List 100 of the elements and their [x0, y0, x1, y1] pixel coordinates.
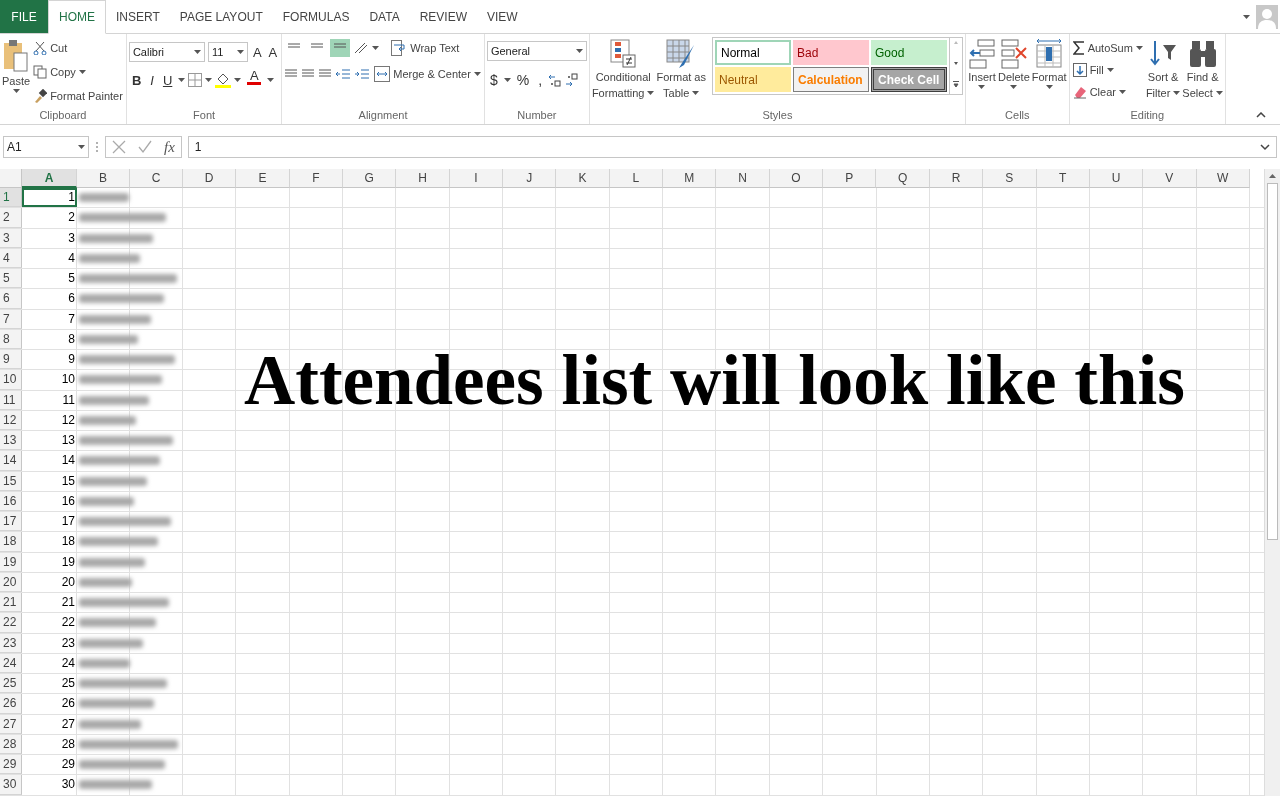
column-header[interactable]: E: [236, 169, 290, 188]
ribbon-tab[interactable]: FILE: [0, 0, 48, 33]
row-header[interactable]: 10: [0, 370, 22, 390]
row-header[interactable]: 14: [0, 451, 22, 471]
column-header[interactable]: B: [77, 169, 130, 188]
delete-button[interactable]: Delete: [998, 37, 1030, 109]
caret-icon: [978, 85, 986, 89]
insert-button[interactable]: Insert: [968, 37, 996, 109]
row-header[interactable]: 28: [0, 734, 22, 754]
font-size-field[interactable]: 11: [207, 42, 248, 62]
vertical-align-button[interactable]: [330, 39, 351, 57]
column-header[interactable]: K: [556, 169, 610, 188]
percent-button[interactable]: %: [513, 69, 533, 91]
clear-button[interactable]: Clear: [1071, 81, 1144, 103]
row-header[interactable]: 15: [0, 471, 22, 491]
column-header[interactable]: I: [449, 169, 504, 188]
row-header[interactable]: 24: [0, 653, 22, 673]
cell-style[interactable]: Neutral: [715, 67, 791, 92]
italic-button[interactable]: I: [147, 69, 157, 91]
row-header[interactable]: 6: [0, 289, 22, 309]
row-header[interactable]: 8: [0, 329, 22, 349]
column-header[interactable]: C: [130, 169, 183, 188]
vertical-scrollbar[interactable]: [1264, 169, 1280, 796]
row-header[interactable]: 11: [0, 390, 22, 410]
sort-filter-button[interactable]: Sort & Filter: [1145, 37, 1181, 109]
column-header[interactable]: L: [609, 169, 664, 188]
underline-button[interactable]: U: [159, 69, 176, 91]
ribbon-tab[interactable]: HOME: [48, 0, 106, 34]
decrease-indent-icon: [335, 68, 352, 80]
autosum-button[interactable]: AutoSum: [1071, 37, 1144, 59]
group-label: Styles: [761, 109, 794, 123]
column-header[interactable]: F: [289, 169, 344, 188]
row-header[interactable]: 12: [0, 410, 22, 430]
column-header[interactable]: M: [663, 169, 717, 188]
row-header[interactable]: 25: [0, 674, 22, 694]
increase-indent-icon: [354, 68, 371, 80]
row-header[interactable]: 30: [0, 775, 22, 795]
format-as-table-button[interactable]: Format as Table: [656, 37, 706, 109]
row-header[interactable]: 5: [0, 269, 22, 289]
row-header[interactable]: 1: [0, 188, 22, 208]
column-header[interactable]: T: [1036, 169, 1090, 188]
column-header[interactable]: S: [983, 169, 1037, 188]
row-header[interactable]: 4: [0, 248, 22, 268]
clipboard-button[interactable]: Format Painter: [32, 85, 124, 107]
currency-button[interactable]: $: [486, 69, 501, 91]
row-header[interactable]: 2: [0, 208, 22, 228]
row-header[interactable]: 9: [0, 350, 22, 370]
row-header[interactable]: 22: [0, 613, 22, 633]
row-header[interactable]: 17: [0, 512, 22, 532]
name-box[interactable]: A1: [3, 136, 89, 158]
row-header[interactable]: 21: [0, 593, 22, 613]
row-header[interactable]: 18: [0, 532, 22, 552]
clipboard-button[interactable]: Copy: [32, 61, 124, 83]
column-header[interactable]: D: [183, 169, 237, 188]
column-header[interactable]: V: [1143, 169, 1197, 188]
clipboard-button[interactable]: Cut: [32, 37, 124, 59]
column-header[interactable]: J: [503, 169, 557, 188]
formula-field[interactable]: 1: [187, 136, 1277, 158]
shrink-font-button[interactable]: A: [266, 41, 280, 63]
column-header[interactable]: G: [343, 169, 397, 188]
row-header[interactable]: 20: [0, 572, 22, 592]
paste-button[interactable]: Paste: [2, 37, 31, 109]
cell-style[interactable]: Good: [871, 40, 947, 65]
grow-font-button[interactable]: A: [250, 41, 264, 63]
row-header[interactable]: 13: [0, 431, 22, 451]
column-header[interactable]: U: [1089, 169, 1144, 188]
row-header[interactable]: 16: [0, 491, 22, 511]
check-icon: [138, 140, 152, 154]
column-header[interactable]: Q: [876, 169, 930, 188]
conditional-formatting-button[interactable]: Conditional Formatting: [591, 37, 655, 109]
insert-function-button[interactable]: fx: [164, 138, 175, 156]
column-header[interactable]: O: [769, 169, 824, 188]
wrap-text-button[interactable]: Wrap Text: [390, 37, 461, 59]
cell-style[interactable]: Normal: [715, 40, 791, 65]
row-header[interactable]: 19: [0, 552, 22, 572]
row-header[interactable]: 3: [0, 228, 22, 248]
number-format-field[interactable]: General: [486, 41, 587, 61]
column-header[interactable]: W: [1196, 169, 1250, 188]
column-header[interactable]: P: [823, 169, 877, 188]
format-button[interactable]: Format: [1031, 37, 1067, 109]
comma-button[interactable]: ,: [535, 69, 546, 91]
row-header[interactable]: 7: [0, 309, 22, 329]
column-header[interactable]: N: [716, 169, 770, 188]
column-header[interactable]: R: [929, 169, 984, 188]
row-header[interactable]: 29: [0, 755, 22, 775]
find-select-button[interactable]: Find & Select: [1182, 37, 1223, 109]
cell-style[interactable]: Bad: [793, 40, 869, 65]
select-all-corner[interactable]: [0, 169, 22, 188]
row-header[interactable]: 26: [0, 694, 22, 714]
group-label: Alignment: [357, 109, 409, 123]
row-header[interactable]: 27: [0, 714, 22, 734]
font-name-field[interactable]: Calibri: [128, 42, 205, 62]
column-header[interactable]: A: [22, 169, 77, 188]
bold-button[interactable]: B: [128, 69, 145, 91]
font-color-button[interactable]: A: [244, 69, 265, 91]
merge-center-button[interactable]: Merge & Center: [373, 63, 482, 85]
row-header[interactable]: 23: [0, 633, 22, 653]
group-label: Cells: [1004, 109, 1031, 123]
fill-button[interactable]: Fill: [1071, 59, 1144, 81]
column-header[interactable]: H: [396, 169, 450, 188]
